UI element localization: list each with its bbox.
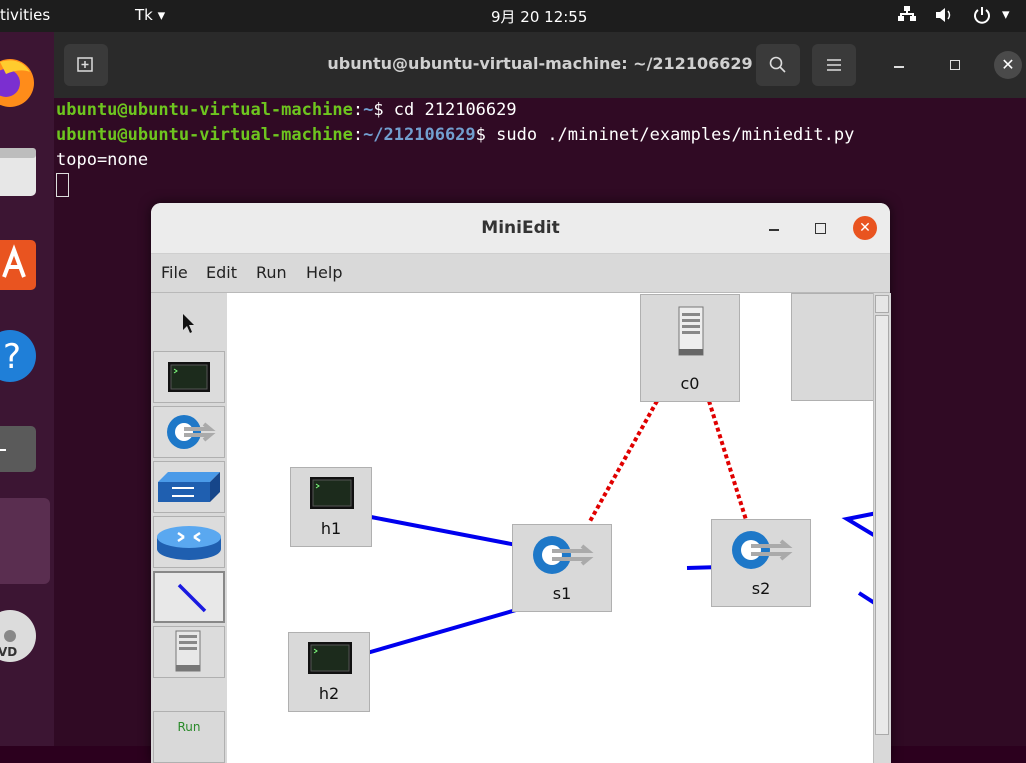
minimize-icon[interactable]	[894, 66, 904, 68]
power-icon[interactable]	[972, 5, 992, 29]
host-h1[interactable]: h1	[290, 467, 372, 547]
dock: ? VD	[0, 32, 54, 746]
terminal-cursor	[56, 173, 69, 197]
close-icon[interactable]: ✕	[994, 51, 1022, 79]
search-icon[interactable]	[756, 44, 800, 86]
link-s2-offscreen-upper[interactable]	[841, 511, 873, 543]
svg-text:?: ?	[3, 337, 21, 377]
menu-edit[interactable]: Edit	[206, 263, 237, 282]
controller-link-s1[interactable]	[587, 400, 659, 524]
scroll-up-arrow-icon[interactable]	[875, 295, 889, 313]
tool-palette: Run	[151, 293, 228, 763]
link-tool[interactable]	[153, 571, 225, 623]
node-label-s1: s1	[552, 584, 572, 603]
host-h2[interactable]: h2	[288, 632, 370, 712]
node-c0[interactable]	[791, 293, 873, 401]
vertical-scrollbar[interactable]	[873, 293, 891, 763]
files-icon[interactable]	[0, 144, 40, 204]
controller-icon	[678, 306, 704, 356]
select-tool[interactable]	[153, 296, 225, 348]
terminal-title: ubuntu@ubuntu-virtual-machine: ~/2121066…	[327, 54, 753, 73]
switch-icon	[533, 536, 594, 574]
host-icon	[308, 642, 352, 674]
active-app-highlight[interactable]	[0, 498, 50, 584]
maximize-icon[interactable]	[950, 60, 960, 70]
terminal-header: ubuntu@ubuntu-virtual-machine: ~/2121066…	[54, 32, 1026, 98]
activities-button[interactable]: tivities	[0, 6, 50, 24]
controller-c0[interactable]: c0	[640, 294, 740, 402]
run-button[interactable]: Run	[153, 711, 225, 763]
node-label-h2: h2	[318, 684, 340, 703]
firefox-icon[interactable]	[0, 54, 40, 116]
clock[interactable]: 9月 20 12:55	[491, 6, 587, 27]
menu-help[interactable]: Help	[306, 263, 342, 282]
switch-s2[interactable]: s2	[711, 519, 811, 607]
terminal-output[interactable]: ubuntu@ubuntu-virtual-machine:~$ cd 2121…	[56, 98, 854, 198]
maximize-icon[interactable]	[815, 223, 826, 234]
software-center-icon[interactable]	[0, 232, 40, 296]
terminal-line-2: ubuntu@ubuntu-virtual-machine:~/21210662…	[56, 125, 855, 145]
node-label-c0: c0	[680, 374, 700, 393]
router-tool[interactable]	[153, 516, 225, 568]
menu-run[interactable]: Run	[256, 263, 287, 282]
scroll-thumb[interactable]	[875, 315, 889, 735]
controller-tool[interactable]	[153, 626, 225, 678]
svg-text:VD: VD	[0, 645, 17, 659]
help-icon[interactable]: ?	[0, 326, 40, 390]
switch-tool[interactable]	[153, 406, 225, 458]
miniedit-title: MiniEdit	[481, 218, 560, 238]
volume-icon[interactable]	[934, 6, 956, 28]
legacy-switch-tool[interactable]	[153, 461, 225, 513]
menu-file[interactable]: File	[161, 263, 188, 282]
terminal-line-3: topo=none	[56, 150, 149, 170]
terminal-icon[interactable]	[0, 424, 40, 480]
link-s2-offscreen-lower[interactable]	[857, 591, 873, 611]
minimize-icon[interactable]	[769, 229, 779, 231]
miniedit-window: MiniEdit ✕ File Edit Run Help Run	[151, 203, 891, 763]
host-tool[interactable]	[153, 351, 225, 403]
close-icon[interactable]: ✕	[853, 216, 877, 240]
top-bar: tivities Tk ▾ 9月 20 12:55 ▾	[0, 0, 1026, 32]
node-label-h1: h1	[320, 519, 342, 538]
app-menu[interactable]: Tk ▾	[135, 6, 165, 24]
hamburger-menu-icon[interactable]	[812, 44, 856, 86]
dvd-icon[interactable]: VD	[0, 604, 40, 672]
node-label-s2: s2	[751, 579, 771, 598]
terminal-line-1: ubuntu@ubuntu-virtual-machine:~$ cd 2121…	[56, 100, 517, 120]
controller-link-s2[interactable]	[707, 400, 749, 524]
miniedit-titlebar[interactable]: MiniEdit ✕	[151, 203, 890, 254]
menu-bar: File Edit Run Help	[151, 254, 890, 293]
host-icon	[310, 477, 354, 509]
network-icon[interactable]	[897, 5, 917, 27]
system-menu-chevron-icon[interactable]: ▾	[1002, 5, 1010, 23]
switch-icon	[732, 531, 793, 569]
switch-s1[interactable]: s1	[512, 524, 612, 612]
